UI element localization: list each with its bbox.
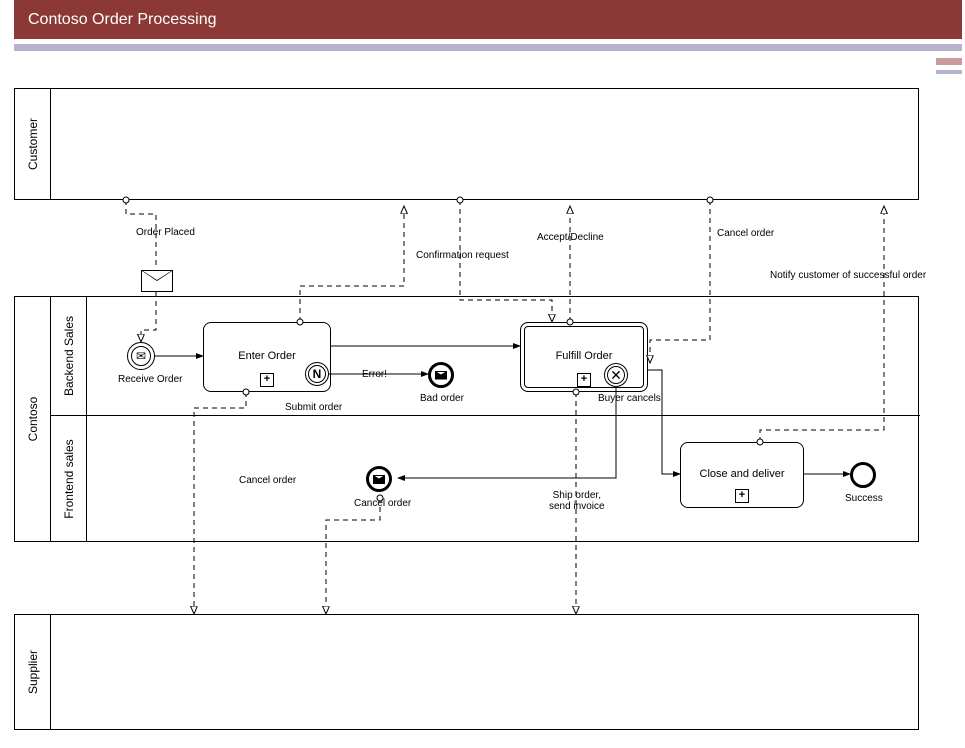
envelope-filled-icon	[435, 371, 447, 380]
error-icon: N	[313, 368, 322, 380]
task-close-deliver[interactable]: Close and deliver +	[680, 442, 804, 508]
start-event-label: Receive Order	[118, 374, 182, 385]
msg-label-cancel-order-fe: Cancel order	[239, 475, 296, 486]
start-event-receive-order[interactable]: ✉	[127, 342, 155, 370]
task-label: Fulfill Order	[521, 350, 647, 362]
page-title-text: Contoso Order Processing	[28, 11, 217, 29]
task-label: Enter Order	[204, 350, 330, 362]
boundary-event-cancel[interactable]: ✕	[604, 363, 628, 387]
subprocess-marker-icon: +	[260, 373, 274, 387]
pool-supplier[interactable]: Supplier	[14, 614, 919, 730]
accent-stripe-3	[936, 70, 962, 74]
pool-contoso-header: Contoso	[15, 297, 51, 541]
end-event-success-label: Success	[845, 493, 883, 504]
lane-separator	[51, 415, 920, 416]
lane-backend-label: Backend Sales	[62, 316, 76, 396]
msg-label-accept-decline: Accept/Decline	[537, 232, 604, 243]
end-event-bad-order[interactable]	[428, 362, 454, 388]
accent-stripe-2	[936, 58, 962, 65]
envelope-icon: ✉	[136, 349, 146, 363]
pool-contoso-label: Contoso	[26, 397, 40, 442]
end-event-bad-order-label: Bad order	[420, 393, 464, 404]
lane-frontend-label: Frontend sales	[62, 439, 76, 518]
task-label: Close and deliver	[681, 468, 803, 480]
message-envelope-icon	[141, 270, 173, 292]
msg-label-order-placed: Order Placed	[136, 227, 195, 238]
msg-label-confirmation: Confirmation request	[416, 250, 509, 261]
msg-label-ship-invoice: Ship order, send invoice	[549, 490, 605, 512]
lane-frontend-header: Frontend sales	[51, 415, 87, 543]
boundary-cancel-label: Buyer cancels	[598, 393, 661, 404]
msg-label-notify-success: Notify customer of successful order	[770, 270, 926, 281]
boundary-error-label: Error!	[362, 369, 387, 380]
end-event-success[interactable]	[850, 462, 876, 488]
pool-supplier-label: Supplier	[26, 650, 40, 694]
pool-customer-header: Customer	[15, 89, 51, 199]
subprocess-marker-icon: +	[577, 373, 591, 387]
pool-customer[interactable]: Customer	[14, 88, 919, 200]
subprocess-marker-icon: +	[735, 489, 749, 503]
end-event-cancel-order[interactable]	[366, 466, 392, 492]
pool-customer-label: Customer	[26, 118, 40, 170]
end-event-cancel-order-label: Cancel order	[354, 498, 411, 509]
cancel-icon: ✕	[610, 368, 622, 382]
pool-supplier-header: Supplier	[15, 615, 51, 729]
task-fulfill-order[interactable]: Fulfill Order +	[520, 322, 648, 392]
msg-label-submit-order: Submit order	[285, 402, 342, 413]
msg-label-cancel-order: Cancel order	[717, 228, 774, 239]
accent-stripe-1	[14, 44, 962, 51]
lane-backend-header: Backend Sales	[51, 297, 87, 415]
envelope-filled-icon	[373, 475, 385, 484]
page-title: Contoso Order Processing	[14, 0, 962, 39]
boundary-event-error[interactable]: N	[305, 362, 329, 386]
